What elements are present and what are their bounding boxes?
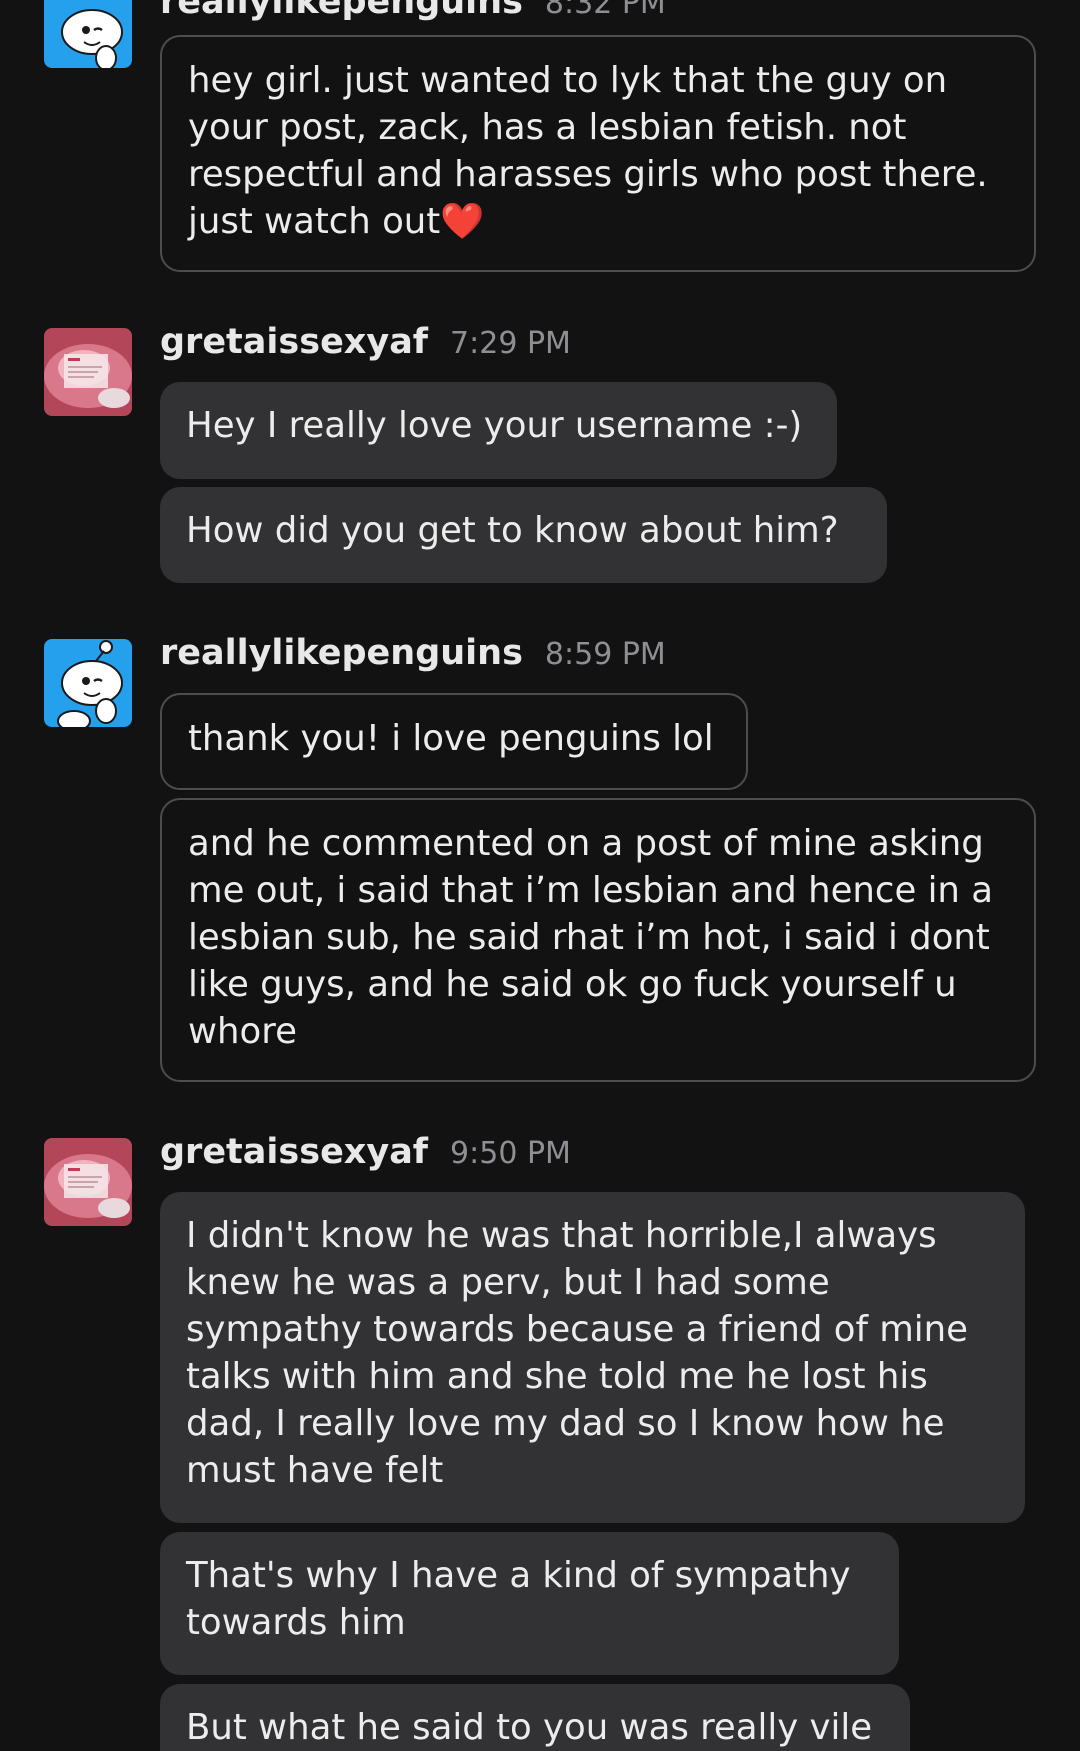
message-bubble[interactable]: How did you get to know about him?	[160, 487, 887, 583]
username[interactable]: gretaissexyaf	[160, 1132, 428, 1172]
message-header: gretaissexyaf 7:29 PM	[160, 322, 571, 368]
timestamp: 9:50 PM	[450, 1136, 571, 1171]
message-text: Hey I really love your username :-)	[186, 405, 803, 446]
photo-avatar-icon[interactable]	[44, 1138, 132, 1226]
message-text: I didn't know he was that horrible,I alw…	[186, 1215, 969, 1491]
username[interactable]: gretaissexyaf	[160, 322, 428, 362]
message-bubble[interactable]: I didn't know he was that horrible,I alw…	[160, 1192, 1025, 1523]
username[interactable]: reallylikepenguins	[160, 633, 523, 673]
timestamp: 7:29 PM	[450, 326, 571, 361]
message-bubble[interactable]: But what he said to you was really vile	[160, 1684, 910, 1751]
message-text: But what he said to you was really vile	[186, 1707, 873, 1748]
message-text: and he commented on a post of mine askin…	[188, 823, 993, 1052]
message-bubble[interactable]: and he commented on a post of mine askin…	[160, 798, 1036, 1082]
snoo-avatar-icon[interactable]	[44, 639, 132, 727]
message-text: How did you get to know about him?	[186, 510, 839, 551]
message-header: reallylikepenguins 8:59 PM	[160, 633, 666, 679]
message-bubble[interactable]: hey girl. just wanted to lyk that the gu…	[160, 35, 1036, 272]
heart-emoji-icon: ❤️	[440, 201, 485, 242]
photo-avatar-icon[interactable]	[44, 328, 132, 416]
message-text: thank you! i love penguins lol	[188, 718, 714, 759]
message-header: reallylikepenguins 8:32 PM	[160, 0, 666, 28]
message-bubble[interactable]: Hey I really love your username :-)	[160, 382, 837, 479]
username[interactable]: reallylikepenguins	[160, 0, 523, 22]
message-text: That's why I have a kind of sympathy tow…	[186, 1555, 851, 1643]
timestamp: 8:59 PM	[544, 637, 666, 672]
snoo-avatar-icon[interactable]	[44, 0, 132, 68]
timestamp: 8:32 PM	[544, 0, 666, 21]
message-bubble[interactable]: That's why I have a kind of sympathy tow…	[160, 1532, 899, 1675]
message-header: gretaissexyaf 9:50 PM	[160, 1132, 571, 1178]
message-text: hey girl. just wanted to lyk that the gu…	[188, 60, 988, 242]
message-bubble[interactable]: thank you! i love penguins lol	[160, 693, 748, 790]
chat-thread[interactable]: reallylikepenguins 8:32 PM hey girl. jus…	[0, 0, 1080, 1751]
